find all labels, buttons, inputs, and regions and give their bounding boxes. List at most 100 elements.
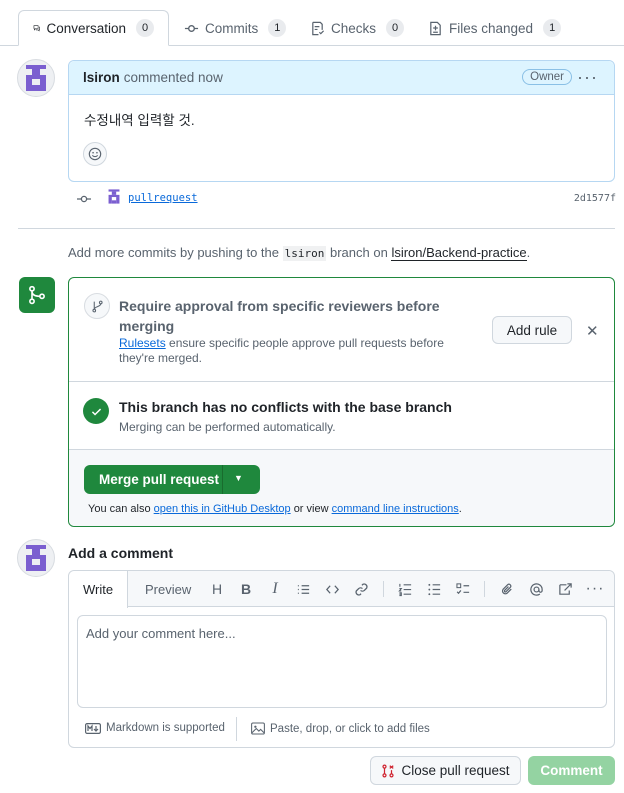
markdown-note-text: Markdown is supported bbox=[106, 722, 225, 734]
heading-icon[interactable]: H bbox=[208, 580, 226, 598]
push-note-suffix: . bbox=[526, 245, 531, 260]
comment-body: 수정내역 입력할 것. bbox=[84, 113, 195, 128]
git-commit-icon bbox=[184, 24, 199, 32]
footer-divider bbox=[236, 717, 237, 741]
add-comment-title: Add a comment bbox=[68, 545, 174, 561]
rulesets-link[interactable]: Rulesets bbox=[119, 336, 166, 350]
push-note-middle: branch on bbox=[330, 245, 388, 260]
tab-count: 0 bbox=[386, 19, 405, 37]
kebab-menu-icon[interactable]: ··· bbox=[577, 67, 598, 88]
more-options-icon[interactable]: ··· bbox=[586, 580, 604, 598]
push-note-prefix: Add more commits by pushing to the bbox=[68, 245, 279, 260]
merge-button-label: Merge pull request bbox=[99, 472, 220, 487]
avatar[interactable] bbox=[17, 539, 55, 577]
commit-row: pullrequest 2d1577f bbox=[70, 188, 616, 210]
tab-conversation[interactable]: Conversation 0 bbox=[18, 10, 169, 46]
conflict-title: This branch has no conflicts with the ba… bbox=[119, 399, 452, 415]
timeline-divider bbox=[18, 228, 615, 229]
task-list-icon[interactable] bbox=[454, 580, 472, 598]
italic-icon[interactable]: I bbox=[266, 580, 284, 598]
alt-note-prefix: You can also bbox=[88, 503, 151, 515]
tab-count: 0 bbox=[136, 19, 154, 37]
push-note: Add more commits by pushing to the lsiro… bbox=[68, 245, 531, 261]
commit-author-avatar[interactable] bbox=[108, 189, 120, 204]
ruleset-desc-text: ensure specific people approve pull requ… bbox=[119, 336, 444, 365]
conflict-section: This branch has no conflicts with the ba… bbox=[69, 382, 614, 450]
cross-reference-icon[interactable] bbox=[556, 580, 574, 598]
code-icon[interactable] bbox=[323, 580, 341, 598]
tab-label: Files changed bbox=[449, 20, 534, 36]
alt-note-suffix: . bbox=[458, 503, 462, 515]
comment-author[interactable]: lsiron bbox=[83, 70, 120, 85]
tab-label: Conversation bbox=[46, 20, 126, 36]
tab-count: 1 bbox=[543, 19, 562, 37]
ruleset-section: Require approval from specific reviewers… bbox=[69, 278, 614, 382]
avatar[interactable] bbox=[17, 59, 55, 97]
ruleset-desc: Rulesets ensure specific people approve … bbox=[119, 336, 479, 366]
check-circle-icon bbox=[83, 398, 109, 424]
image-icon bbox=[251, 722, 265, 735]
cli-instructions-link[interactable]: command line instructions bbox=[332, 503, 459, 515]
ordered-list-icon[interactable] bbox=[396, 580, 414, 598]
comment-meta[interactable]: commented now bbox=[124, 70, 223, 85]
tab-label: Commits bbox=[205, 20, 259, 36]
tab-write[interactable]: Write bbox=[69, 571, 129, 608]
repo-link[interactable]: lsiron/Backend-practice bbox=[391, 245, 527, 261]
comment-discussion-icon bbox=[33, 24, 40, 32]
attach-icon[interactable] bbox=[498, 580, 516, 598]
owner-badge: Owner bbox=[522, 69, 572, 85]
comment-card: lsiron commented now Owner ··· 수정내역 입력할 … bbox=[68, 60, 615, 182]
editor-toolbar: Write Preview H B I ··· bbox=[69, 571, 614, 608]
bold-icon[interactable]: B bbox=[237, 580, 255, 598]
mention-icon[interactable] bbox=[527, 580, 545, 598]
comment-textarea[interactable]: Add your comment here... bbox=[77, 615, 607, 708]
tab-files-changed[interactable]: Files changed 1 bbox=[414, 10, 575, 46]
unordered-list-icon[interactable] bbox=[425, 580, 443, 598]
close-icon[interactable]: ✕ bbox=[586, 322, 599, 340]
attach-files-note[interactable]: Paste, drop, or click to add files bbox=[251, 722, 430, 735]
tab-checks[interactable]: Checks 0 bbox=[296, 10, 418, 46]
toolbar-divider bbox=[484, 581, 485, 597]
merge-button-divider bbox=[222, 465, 223, 494]
commit-message-link[interactable]: pullrequest bbox=[128, 192, 198, 204]
alt-note-middle: or view bbox=[293, 503, 329, 515]
checklist-icon bbox=[312, 21, 325, 35]
tab-commits[interactable]: Commits 1 bbox=[170, 10, 300, 46]
smiley-icon bbox=[88, 147, 102, 161]
tab-label: Checks bbox=[331, 20, 377, 36]
file-diff-icon bbox=[430, 21, 441, 35]
merge-box: Require approval from specific reviewers… bbox=[68, 277, 615, 527]
open-desktop-link[interactable]: open this in GitHub Desktop bbox=[154, 503, 291, 515]
git-commit-icon bbox=[77, 195, 91, 203]
tab-count: 1 bbox=[268, 19, 287, 37]
branch-icon bbox=[84, 293, 110, 319]
tab-preview[interactable]: Preview bbox=[131, 571, 205, 607]
close-pr-label: Close pull request bbox=[401, 763, 510, 778]
merge-alt-note: You can also open this in GitHub Desktop… bbox=[88, 503, 462, 515]
git-merge-icon bbox=[29, 285, 45, 305]
merge-action-section: Merge pull request ▼ You can also open t… bbox=[69, 450, 614, 526]
close-pull-request-button[interactable]: Close pull request bbox=[370, 756, 521, 785]
merge-method-dropdown-icon[interactable]: ▼ bbox=[234, 473, 243, 483]
commit-sha-link[interactable]: 2d1577f bbox=[574, 193, 616, 204]
add-rule-button[interactable]: Add rule bbox=[492, 316, 572, 344]
link-icon[interactable] bbox=[352, 580, 370, 598]
attach-note-text: Paste, drop, or click to add files bbox=[270, 722, 430, 735]
markdown-note[interactable]: Markdown is supported bbox=[85, 722, 225, 734]
git-pull-request-closed-icon bbox=[382, 764, 395, 777]
merge-status-icon bbox=[19, 277, 55, 313]
merge-pull-request-button[interactable]: Merge pull request ▼ bbox=[84, 465, 260, 494]
comment-button[interactable]: Comment bbox=[528, 756, 615, 785]
toolbar-divider bbox=[383, 581, 384, 597]
identicon-icon bbox=[26, 545, 46, 571]
markdown-icon bbox=[85, 722, 101, 734]
editor-footer: Markdown is supported Paste, drop, or cl… bbox=[69, 713, 614, 747]
branch-name[interactable]: lsiron bbox=[282, 246, 327, 261]
ruleset-title: Require approval from specific reviewers… bbox=[119, 298, 440, 334]
quote-icon[interactable] bbox=[294, 580, 312, 598]
comment-editor: Write Preview H B I ··· Add your comment… bbox=[68, 570, 615, 748]
identicon-icon bbox=[26, 65, 46, 91]
add-reaction-button[interactable] bbox=[83, 142, 107, 166]
conflict-desc: Merging can be performed automatically. bbox=[119, 420, 336, 434]
pr-tab-bar: Conversation 0 Commits 1 Checks 0 Files … bbox=[0, 0, 624, 46]
